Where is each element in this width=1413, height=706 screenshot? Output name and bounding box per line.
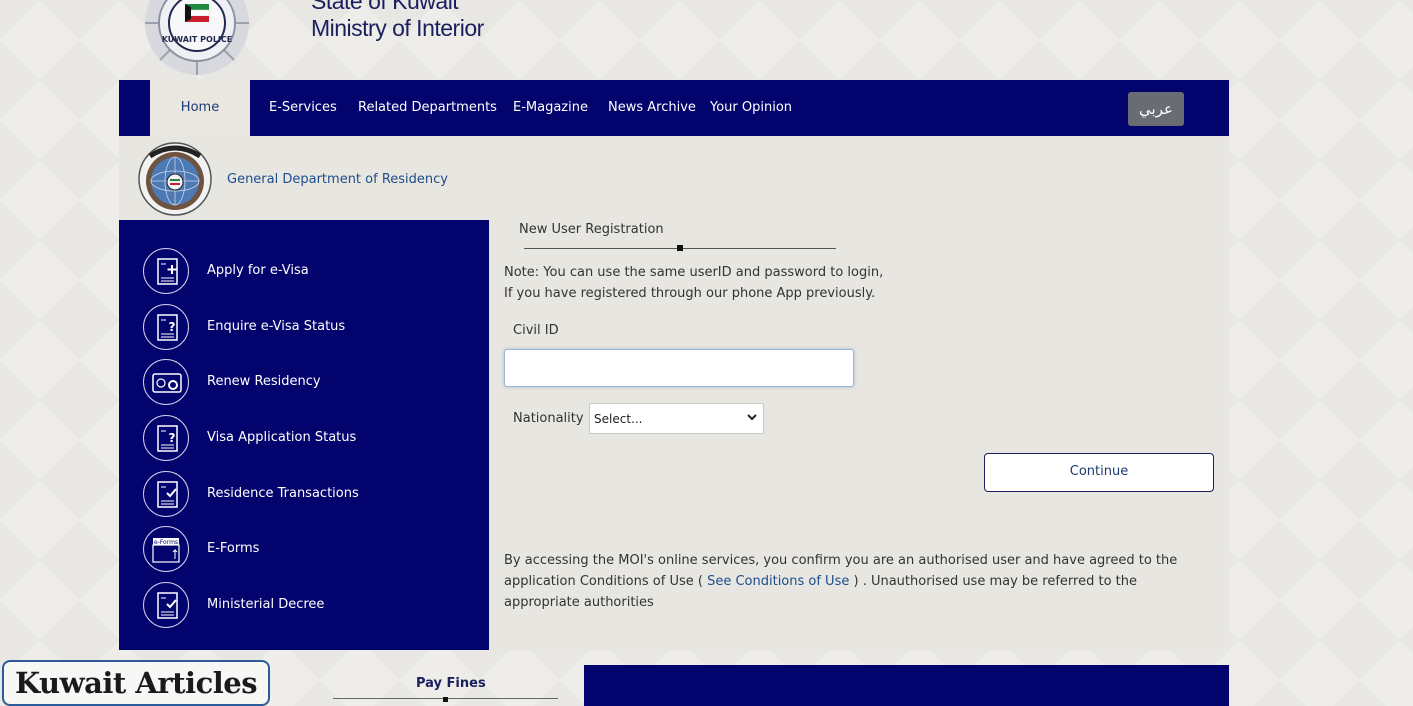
svg-text:?: ?: [169, 431, 176, 445]
document-check-icon: [143, 471, 189, 517]
main-navigation: Home E-Services Related Departments E-Ma…: [119, 80, 1229, 136]
svg-text:?: ?: [169, 320, 176, 334]
nav-home[interactable]: Home: [150, 80, 250, 136]
pay-fines-heading[interactable]: Pay Fines: [416, 676, 486, 691]
nationality-label: Nationality: [513, 411, 584, 426]
sidebar-item-label: Visa Application Status: [207, 430, 357, 445]
sidebar-item-label: Enquire e-Visa Status: [207, 319, 346, 334]
continue-button[interactable]: Continue: [984, 453, 1214, 492]
conditions-of-use-link[interactable]: See Conditions of Use: [707, 574, 849, 589]
kuwait-articles-watermark: Kuwait Articles: [2, 660, 270, 706]
registration-note: Note: You can use the same userID and pa…: [504, 262, 883, 304]
nav-your-opinion[interactable]: Your Opinion: [710, 80, 792, 136]
nav-related-departments[interactable]: Related Departments: [358, 80, 497, 136]
document-question-icon: ?: [143, 415, 189, 461]
heading-divider-marker: [677, 245, 683, 251]
header-title-state: State of Kuwait: [311, 0, 459, 14]
document-check-icon: [143, 582, 189, 628]
nav-e-magazine[interactable]: E-Magazine: [513, 80, 588, 136]
department-banner: General Department of Residency: [119, 136, 1229, 220]
document-plus-icon: [143, 248, 189, 294]
nav-e-services[interactable]: E-Services: [269, 80, 337, 136]
residency-emblem-icon: [138, 142, 212, 216]
sidebar-item-apply-e-visa[interactable]: Apply for e-Visa: [143, 248, 473, 296]
sidebar-item-label: Renew Residency: [207, 374, 321, 389]
sidebar-item-enquire-e-visa-status[interactable]: ? Enquire e-Visa Status: [143, 304, 473, 352]
sidebar-item-e-forms[interactable]: e-Forms E-Forms: [143, 526, 473, 574]
chevron-down-icon: [747, 414, 757, 421]
language-toggle-button[interactable]: عربي: [1128, 92, 1184, 126]
document-question-icon: ?: [143, 304, 189, 350]
main-panel: General Department of Residency Apply fo…: [119, 136, 1229, 650]
sidebar-item-renew-residency[interactable]: Renew Residency: [143, 359, 473, 407]
sidebar-item-visa-application-status[interactable]: ? Visa Application Status: [143, 415, 473, 463]
sidebar-item-residence-transactions[interactable]: Residence Transactions: [143, 471, 473, 519]
e-forms-icon: e-Forms: [143, 526, 189, 572]
site-header: KUWAIT POLICE State of Kuwait Ministry o…: [0, 0, 1413, 80]
sidebar-item-label: Apply for e-Visa: [207, 263, 309, 278]
id-card-renew-icon: [143, 359, 189, 405]
nationality-selected-value: Select...: [594, 412, 643, 426]
sidebar-item-ministerial-decree[interactable]: Ministerial Decree: [143, 582, 473, 630]
sidebar-item-label: E-Forms: [207, 541, 260, 556]
pay-fines-divider-marker: [443, 697, 448, 702]
civil-id-label: Civil ID: [513, 323, 559, 338]
svg-text:KUWAIT POLICE: KUWAIT POLICE: [162, 35, 233, 44]
civil-id-input[interactable]: [504, 349, 854, 387]
bottom-navy-panel: [584, 665, 1229, 706]
nav-news-archive[interactable]: News Archive: [608, 80, 696, 136]
note-line-1: Note: You can use the same userID and pa…: [504, 265, 884, 280]
terms-notice: By accessing the MOI's online services, …: [504, 550, 1214, 613]
form-heading: New User Registration: [519, 222, 664, 237]
services-sidebar: Apply for e-Visa ? Enquire e-Visa Status: [119, 220, 489, 650]
sidebar-item-label: Residence Transactions: [207, 486, 359, 501]
kuwait-police-emblem-icon[interactable]: KUWAIT POLICE: [144, 0, 250, 76]
nationality-select[interactable]: Select...: [589, 403, 764, 434]
note-line-2: If you have registered through our phone…: [504, 286, 876, 301]
sidebar-item-label: Ministerial Decree: [207, 597, 325, 612]
department-name: General Department of Residency: [227, 172, 448, 187]
header-title-ministry: Ministry of Interior: [311, 15, 484, 41]
